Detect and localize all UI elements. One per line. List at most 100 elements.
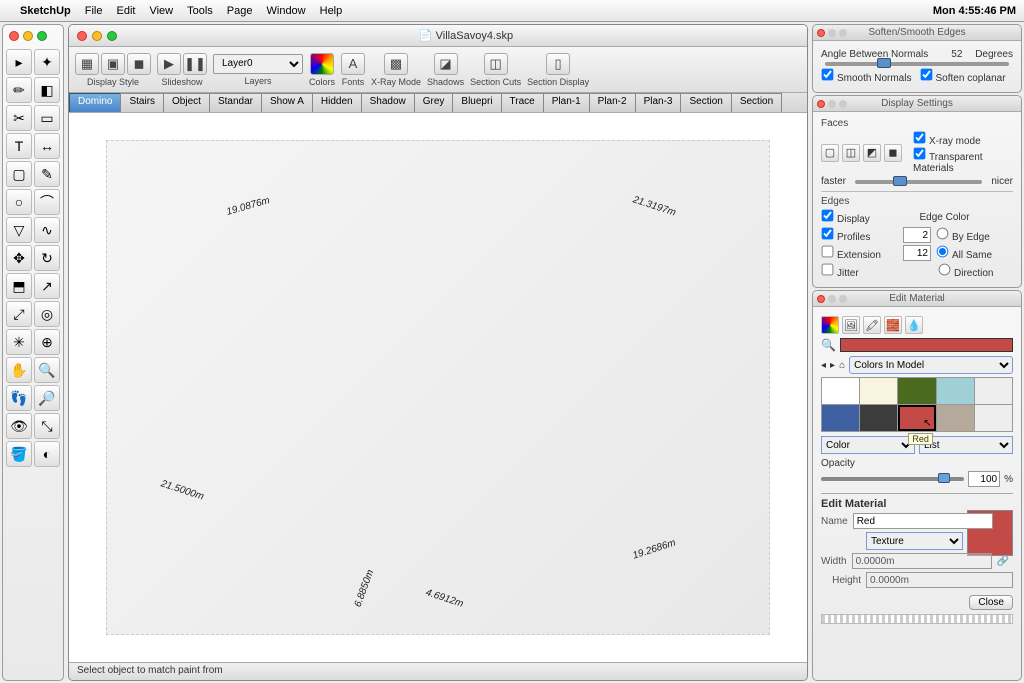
byedge-radio[interactable]: By Edge bbox=[936, 227, 1013, 243]
scene-tab[interactable]: Grey bbox=[414, 93, 454, 112]
nav-back-icon[interactable]: ◂ bbox=[821, 360, 826, 371]
xray-icon[interactable]: ▩ bbox=[384, 53, 408, 75]
shadows-icon[interactable]: ◪ bbox=[434, 53, 458, 75]
tool-walk[interactable]: 👣 bbox=[6, 385, 32, 411]
menu-file[interactable]: File bbox=[85, 5, 103, 17]
extension-checkbox[interactable]: Extension bbox=[821, 245, 898, 261]
minimize-icon[interactable] bbox=[23, 31, 33, 41]
xray-checkbox[interactable]: X-ray mode bbox=[913, 136, 981, 147]
play-icon[interactable]: ▶ bbox=[157, 53, 181, 75]
list-mode-select[interactable]: List bbox=[919, 436, 1013, 454]
menu-page[interactable]: Page bbox=[227, 5, 253, 17]
color-mode-select[interactable]: Color bbox=[821, 436, 915, 454]
tool-zoom[interactable]: 🔍 bbox=[34, 357, 60, 383]
app-menu[interactable]: SketchUp bbox=[20, 5, 71, 17]
face-style-icon[interactable]: ◫ bbox=[842, 144, 860, 162]
face-style-icon[interactable]: ◩ bbox=[863, 144, 881, 162]
close-icon[interactable] bbox=[77, 31, 87, 41]
opacity-slider[interactable] bbox=[821, 477, 964, 481]
opacity-input[interactable] bbox=[968, 471, 1000, 487]
scene-tab[interactable]: Plan-1 bbox=[543, 93, 590, 112]
pause-icon[interactable]: ❚❚ bbox=[183, 53, 207, 75]
color-swatch[interactable]: Red↖ bbox=[898, 405, 935, 431]
tool-offset[interactable]: ◎ bbox=[34, 301, 60, 327]
tool-select[interactable]: ▸ bbox=[6, 49, 32, 75]
close-icon[interactable] bbox=[817, 29, 825, 37]
style-shaded-icon[interactable]: ◼ bbox=[127, 53, 151, 75]
scene-tab[interactable]: Stairs bbox=[120, 93, 164, 112]
tool-zoomextents[interactable]: ⤡ bbox=[34, 413, 60, 439]
tool-axes[interactable]: ✦ bbox=[34, 49, 60, 75]
close-button[interactable]: Close bbox=[969, 595, 1013, 610]
tool-section[interactable]: ◐ bbox=[34, 441, 60, 467]
face-style-icon[interactable]: ▢ bbox=[821, 144, 839, 162]
tool-move[interactable]: ✥ bbox=[6, 245, 32, 271]
tool-rectangle[interactable]: ▢ bbox=[6, 161, 32, 187]
scene-tab[interactable]: Bluepri bbox=[452, 93, 501, 112]
layers-select[interactable]: Layer0 bbox=[213, 54, 303, 74]
allsame-radio[interactable]: All Same bbox=[936, 245, 1013, 261]
scene-tab[interactable]: Hidden bbox=[312, 93, 362, 112]
zoom-icon[interactable] bbox=[107, 31, 117, 41]
color-swatch[interactable] bbox=[937, 378, 974, 404]
sectiondisplay-icon[interactable]: ▯ bbox=[546, 53, 570, 75]
scene-tab[interactable]: Plan-3 bbox=[635, 93, 682, 112]
tool-target[interactable]: ⊕ bbox=[34, 329, 60, 355]
library-select[interactable]: Colors In Model bbox=[849, 356, 1013, 374]
brick-icon[interactable]: 🧱 bbox=[884, 316, 902, 334]
model-viewport[interactable]: 19.0876m 21.3197m 21.5000m 6.8850m 4.691… bbox=[69, 113, 807, 662]
color-swatch[interactable] bbox=[975, 405, 1012, 431]
home-icon[interactable]: ⌂ bbox=[839, 360, 845, 371]
minimize-icon[interactable] bbox=[92, 31, 102, 41]
nav-fwd-icon[interactable]: ▸ bbox=[830, 360, 835, 371]
tool-tape[interactable]: ✂ bbox=[6, 105, 32, 131]
material-name-input[interactable] bbox=[853, 513, 993, 529]
tool-look[interactable]: 👁 bbox=[6, 413, 32, 439]
menu-view[interactable]: View bbox=[149, 5, 173, 17]
menu-tools[interactable]: Tools bbox=[187, 5, 213, 17]
color-swatch[interactable] bbox=[822, 378, 859, 404]
title-bar[interactable]: VillaSavoy4.skp bbox=[69, 25, 807, 47]
scene-tab[interactable]: Shadow bbox=[361, 93, 415, 112]
link-icon[interactable]: 🔗 bbox=[997, 556, 1009, 567]
tool-pan[interactable]: ✋ bbox=[6, 357, 32, 383]
tool-protractor[interactable]: ▭ bbox=[34, 105, 60, 131]
menu-edit[interactable]: Edit bbox=[116, 5, 135, 17]
tool-freehand[interactable]: ✎ bbox=[34, 161, 60, 187]
eyedropper-icon[interactable]: 💧 bbox=[905, 316, 923, 334]
style-hidden-icon[interactable]: ▣ bbox=[101, 53, 125, 75]
color-swatch[interactable] bbox=[860, 405, 897, 431]
zoom-icon[interactable] bbox=[839, 295, 847, 303]
scene-tab[interactable]: Standar bbox=[209, 93, 262, 112]
texture-select[interactable]: Texture bbox=[866, 532, 963, 550]
scene-tab[interactable]: Plan-2 bbox=[589, 93, 636, 112]
tool-zoomwindow[interactable]: 🔎 bbox=[34, 385, 60, 411]
tool-circle[interactable]: ○ bbox=[6, 189, 32, 215]
color-swatch[interactable] bbox=[975, 378, 1012, 404]
tool-paint[interactable]: 🪣 bbox=[6, 441, 32, 467]
tool-orbit[interactable]: ✳ bbox=[6, 329, 32, 355]
extension-input[interactable] bbox=[903, 245, 931, 261]
minimize-icon[interactable] bbox=[828, 100, 836, 108]
scene-tab[interactable]: Object bbox=[163, 93, 210, 112]
close-icon[interactable] bbox=[817, 295, 825, 303]
tool-eraser[interactable]: ◧ bbox=[34, 77, 60, 103]
tool-curve[interactable]: ∿ bbox=[34, 217, 60, 243]
zoom-icon[interactable] bbox=[839, 29, 847, 37]
tool-scale[interactable]: ⤢ bbox=[6, 301, 32, 327]
colors-icon[interactable] bbox=[310, 53, 334, 75]
style-wireframe-icon[interactable]: ▦ bbox=[75, 53, 99, 75]
tool-dimension[interactable]: ↔ bbox=[34, 133, 60, 159]
tool-line[interactable]: ✏ bbox=[6, 77, 32, 103]
close-icon[interactable] bbox=[817, 100, 825, 108]
minimize-icon[interactable] bbox=[828, 295, 836, 303]
scene-tab[interactable]: Section bbox=[680, 93, 731, 112]
image-palette-icon[interactable]: 🖼 bbox=[842, 316, 860, 334]
smooth-normals-checkbox[interactable]: Smooth Normals bbox=[821, 68, 915, 84]
scene-tab[interactable]: Trace bbox=[501, 93, 544, 112]
menu-window[interactable]: Window bbox=[267, 5, 306, 17]
color-wells[interactable] bbox=[821, 614, 1013, 624]
close-icon[interactable] bbox=[9, 31, 19, 41]
quality-slider[interactable] bbox=[855, 180, 982, 184]
scene-tab[interactable]: Show A bbox=[261, 93, 313, 112]
